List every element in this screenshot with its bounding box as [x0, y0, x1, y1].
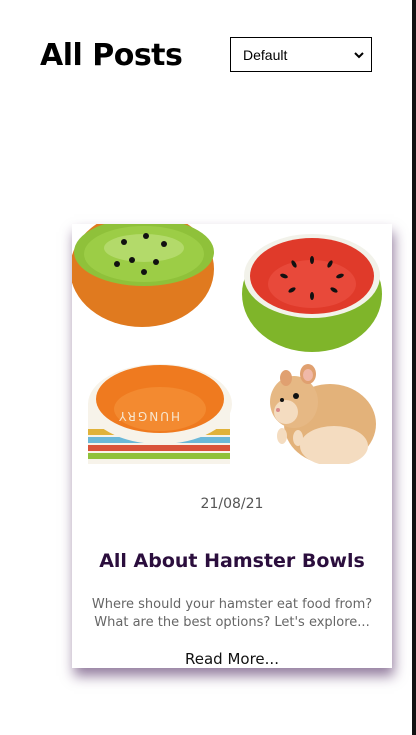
- hamster-illustration: [270, 364, 376, 464]
- window-edge: [412, 0, 416, 735]
- post-image: HUNGRY: [72, 224, 392, 464]
- sort-select[interactable]: Default: [230, 37, 372, 72]
- read-more-link[interactable]: Read More...: [72, 650, 392, 668]
- hamster-bowls-image: HUNGRY: [72, 224, 382, 464]
- watermelon-bowl: [242, 234, 382, 352]
- green-orange-bowl: [72, 224, 214, 327]
- page-header: All Posts Default: [40, 36, 372, 76]
- post-date: 21/08/21: [200, 496, 264, 512]
- chevron-down-icon: [354, 52, 364, 59]
- post-excerpt: Where should your hamster eat food from?…: [91, 597, 373, 630]
- hungry-bowl: HUNGRY: [88, 364, 232, 464]
- svg-text:HUNGRY: HUNGRY: [117, 409, 180, 423]
- post-card[interactable]: HUNGRY 21/08/21 All About Hamster Bowls …: [72, 224, 392, 668]
- page-title: All Posts: [40, 38, 183, 73]
- post-title[interactable]: All About Hamster Bowls: [72, 550, 392, 572]
- sort-select-value: Default: [243, 46, 288, 63]
